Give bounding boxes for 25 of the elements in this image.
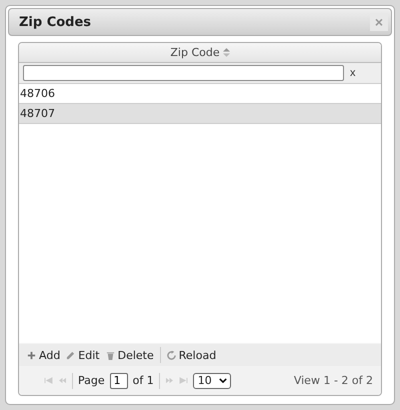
column-header[interactable]: Zip Code	[19, 43, 381, 62]
next-page-icon[interactable]	[164, 377, 174, 384]
previous-page-icon[interactable]	[58, 377, 67, 384]
reload-icon	[166, 350, 176, 360]
page-size-select[interactable]: 10	[192, 372, 231, 388]
filter-field[interactable]	[23, 65, 344, 81]
last-page-icon[interactable]	[178, 377, 188, 384]
table-cell: 48707	[20, 107, 55, 120]
page-field[interactable]: 1	[110, 372, 128, 388]
pencil-icon	[66, 350, 76, 360]
table-row[interactable]: 48707	[19, 104, 381, 124]
delete-button[interactable]: Delete	[106, 348, 154, 362]
table-cell: 48706	[20, 87, 55, 100]
page-label: Page	[78, 374, 105, 387]
clear-filter-button[interactable]: x	[350, 67, 356, 79]
chevron-down-icon	[218, 378, 227, 383]
record-count: View 1 - 2 of 2	[294, 374, 373, 387]
trash-icon	[106, 350, 115, 360]
page-count: of 1	[132, 374, 154, 387]
edit-button[interactable]: Edit	[66, 348, 100, 362]
first-page-icon[interactable]	[44, 377, 53, 384]
plus-icon	[27, 350, 36, 360]
reload-button[interactable]: Reload	[166, 348, 216, 362]
add-button[interactable]: Add	[27, 348, 60, 362]
dialog-title: Zip Codes	[19, 14, 92, 30]
